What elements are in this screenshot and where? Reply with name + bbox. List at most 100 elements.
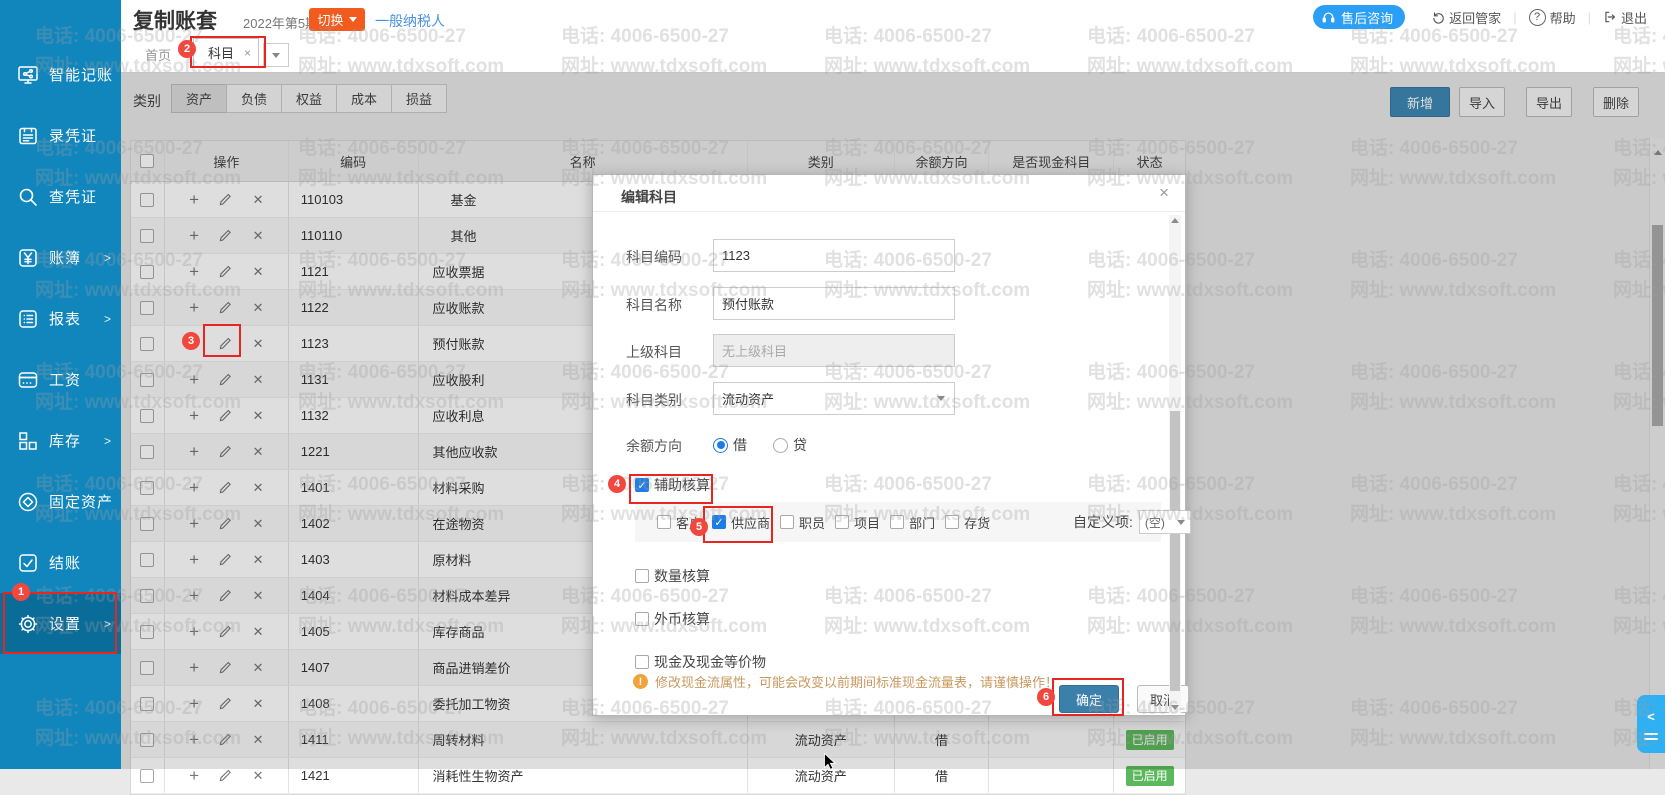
sidebar-item-settings[interactable]: 设置 > <box>0 593 121 654</box>
sidebar-item-payroll[interactable]: 工资 <box>0 349 121 410</box>
row-checkbox[interactable] <box>140 517 154 531</box>
delete-x-icon[interactable]: ✕ <box>253 480 264 496</box>
row-checkbox[interactable] <box>140 589 154 603</box>
edit-pencil-icon[interactable] <box>219 229 232 242</box>
delete-x-icon[interactable]: ✕ <box>253 228 264 244</box>
aux-accounting-checkbox[interactable] <box>635 478 649 492</box>
delete-x-icon[interactable]: ✕ <box>253 624 264 640</box>
delete-x-icon[interactable]: ✕ <box>253 372 264 388</box>
category-tab-equity[interactable]: 权益 <box>281 84 337 113</box>
add-child-icon[interactable]: + <box>189 478 199 498</box>
sidebar-item-closing[interactable]: 结账 <box>0 532 121 593</box>
edit-pencil-icon[interactable] <box>219 481 232 494</box>
delete-button[interactable]: 删除 <box>1593 87 1639 117</box>
sidebar-item-inventory[interactable]: 库存 > <box>0 410 121 471</box>
edit-pencil-icon[interactable] <box>219 661 232 674</box>
aux-option-checkbox[interactable] <box>780 515 794 529</box>
modal-close-icon[interactable]: × <box>1159 183 1169 203</box>
tab-home[interactable]: 首页 <box>145 45 171 64</box>
delete-x-icon[interactable]: ✕ <box>253 192 264 208</box>
row-checkbox[interactable] <box>140 409 154 423</box>
scroll-up-arrow-icon[interactable] <box>1654 150 1662 155</box>
confirm-button[interactable]: 确定 <box>1059 685 1119 713</box>
credit-radio[interactable] <box>773 438 788 453</box>
row-checkbox[interactable] <box>140 553 154 567</box>
back-to-manager-link[interactable]: 返回管家 <box>1431 8 1501 27</box>
row-checkbox[interactable] <box>140 733 154 747</box>
edit-pencil-icon[interactable] <box>219 733 232 746</box>
sidebar-item-account-books[interactable]: 账簿 > <box>0 227 121 288</box>
close-icon[interactable]: × <box>244 46 251 60</box>
delete-x-icon[interactable]: ✕ <box>253 516 264 532</box>
row-checkbox[interactable] <box>140 301 154 315</box>
edit-pencil-icon[interactable] <box>219 445 232 458</box>
delete-x-icon[interactable]: ✕ <box>253 588 264 604</box>
edit-pencil-icon[interactable] <box>219 589 232 602</box>
debit-radio[interactable] <box>713 438 728 453</box>
sidebar-item-voucher-search[interactable]: 查凭证 <box>0 166 121 227</box>
aux-option-checkbox[interactable] <box>712 515 726 529</box>
row-checkbox[interactable] <box>140 193 154 207</box>
row-checkbox[interactable] <box>140 697 154 711</box>
floating-service-widget[interactable]: < <box>1637 695 1665 753</box>
category-tab-liabilities[interactable]: 负债 <box>226 84 282 113</box>
foreign-currency-checkbox[interactable] <box>635 612 649 626</box>
delete-x-icon[interactable]: ✕ <box>253 444 264 460</box>
delete-x-icon[interactable]: ✕ <box>253 552 264 568</box>
subject-name-input[interactable] <box>713 287 955 320</box>
import-button[interactable]: 导入 <box>1459 87 1505 117</box>
cancel-button[interactable]: 取消 <box>1137 685 1189 713</box>
add-button[interactable]: 新增 <box>1390 87 1450 117</box>
add-child-icon[interactable]: + <box>189 262 199 282</box>
scroll-up-arrow-icon[interactable] <box>1171 218 1179 223</box>
edit-pencil-icon[interactable] <box>219 517 232 530</box>
add-child-icon[interactable]: + <box>189 730 199 750</box>
edit-pencil-icon[interactable] <box>219 193 232 206</box>
row-checkbox[interactable] <box>140 337 154 351</box>
category-tab-pnl[interactable]: 损益 <box>391 84 447 113</box>
select-all-checkbox[interactable] <box>140 154 154 168</box>
row-checkbox[interactable] <box>140 769 154 783</box>
sidebar-item-reports[interactable]: 报表 > <box>0 288 121 349</box>
page-scrollbar-thumb[interactable] <box>1652 225 1663 426</box>
add-child-icon[interactable]: + <box>189 370 199 390</box>
custom-item-select[interactable]: (空) <box>1139 510 1191 534</box>
category-tab-cost[interactable]: 成本 <box>336 84 392 113</box>
scroll-down-arrow-icon[interactable] <box>1171 705 1179 710</box>
add-child-icon[interactable]: + <box>189 406 199 426</box>
cash-equivalents-checkbox[interactable] <box>635 655 649 669</box>
edit-pencil-icon[interactable] <box>219 265 232 278</box>
tab-dropdown-button[interactable] <box>263 43 289 67</box>
edit-pencil-icon[interactable] <box>219 373 232 386</box>
taxpayer-type-link[interactable]: 一般纳税人 <box>375 11 445 31</box>
edit-pencil-icon[interactable] <box>219 625 232 638</box>
add-child-icon[interactable]: + <box>189 514 199 534</box>
delete-x-icon[interactable]: ✕ <box>253 264 264 280</box>
delete-x-icon[interactable]: ✕ <box>253 768 264 784</box>
add-child-icon[interactable]: + <box>189 586 199 606</box>
row-checkbox[interactable] <box>140 265 154 279</box>
row-checkbox[interactable] <box>140 661 154 675</box>
export-button[interactable]: 导出 <box>1526 87 1572 117</box>
add-child-icon[interactable]: + <box>189 622 199 642</box>
delete-x-icon[interactable]: ✕ <box>253 660 264 676</box>
edit-pencil-icon[interactable] <box>219 769 232 782</box>
sidebar-item-fixed-assets[interactable]: 固定资产 <box>0 471 121 532</box>
add-child-icon[interactable]: + <box>189 226 199 246</box>
modal-scrollbar-thumb[interactable] <box>1170 411 1180 691</box>
delete-x-icon[interactable]: ✕ <box>253 696 264 712</box>
add-child-icon[interactable]: + <box>189 442 199 462</box>
sidebar-item-smart-accounting[interactable]: 智能记账 <box>0 44 121 105</box>
subject-code-input[interactable] <box>713 239 955 272</box>
row-checkbox[interactable] <box>140 481 154 495</box>
modal-scrollbar[interactable] <box>1169 215 1181 713</box>
page-scrollbar[interactable] <box>1649 138 1665 769</box>
switch-account-button[interactable]: 切换 <box>309 8 365 31</box>
delete-x-icon[interactable]: ✕ <box>253 408 264 424</box>
row-checkbox[interactable] <box>140 229 154 243</box>
row-checkbox[interactable] <box>140 445 154 459</box>
subject-category-select[interactable]: 流动资产 <box>713 382 955 415</box>
category-tab-assets[interactable]: 资产 <box>171 84 227 113</box>
add-child-icon[interactable]: + <box>189 190 199 210</box>
aux-option-checkbox[interactable] <box>835 515 849 529</box>
